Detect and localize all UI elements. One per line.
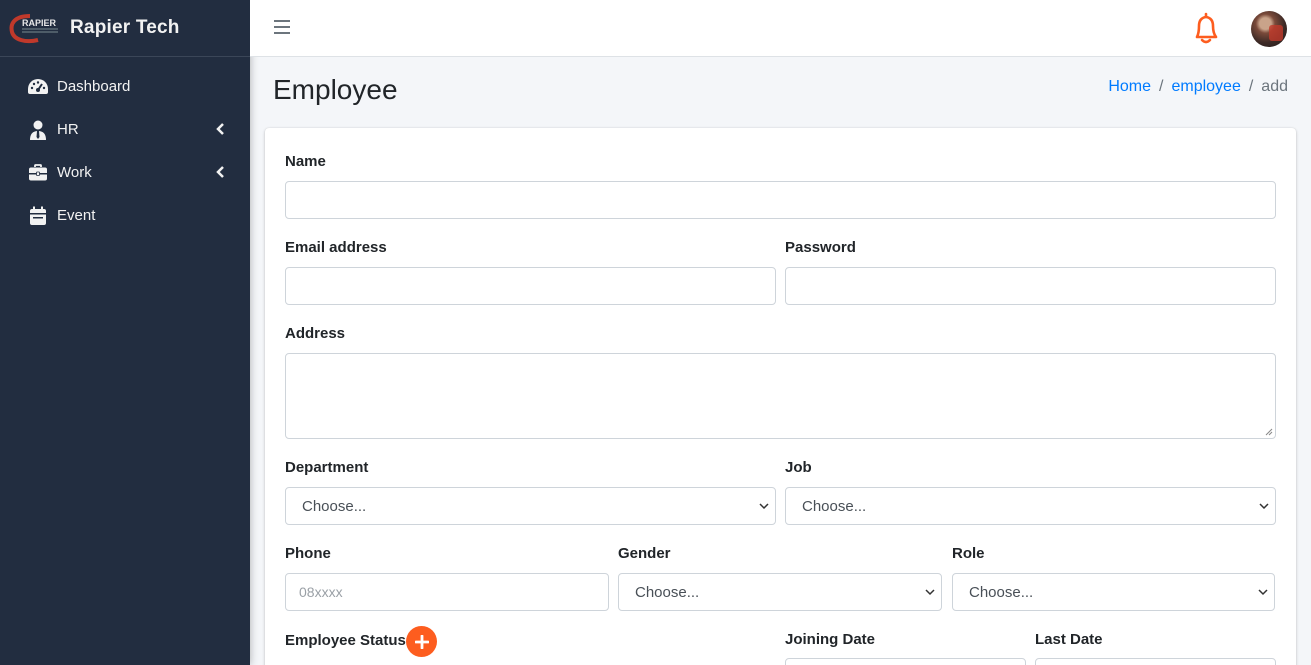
joining-date-label: Joining Date bbox=[785, 631, 876, 648]
name-input[interactable] bbox=[285, 181, 1276, 219]
breadcrumb: Home / employee / add bbox=[1108, 78, 1288, 96]
phone-placeholder: 08xxxx bbox=[299, 584, 343, 600]
breadcrumb-current: add bbox=[1261, 78, 1288, 95]
role-label: Role bbox=[952, 545, 985, 562]
sidebar-item-label: Dashboard bbox=[57, 78, 131, 95]
role-selected: Choose... bbox=[969, 583, 1034, 601]
address-label: Address bbox=[285, 325, 346, 342]
email-label: Email address bbox=[285, 239, 387, 256]
email-input[interactable] bbox=[285, 267, 776, 305]
sidebar-item-label: HR bbox=[57, 121, 79, 138]
breadcrumb-separator: / bbox=[1159, 78, 1164, 95]
brand-logo: RAPIER bbox=[8, 10, 62, 46]
sidebar-item-work[interactable]: Work bbox=[0, 151, 250, 194]
chevron-left-icon bbox=[216, 166, 224, 178]
password-label: Password bbox=[785, 239, 856, 256]
chevron-down-icon bbox=[759, 503, 769, 510]
user-tie-icon bbox=[27, 119, 49, 141]
job-selected: Choose... bbox=[802, 497, 867, 515]
plus-icon bbox=[414, 634, 429, 649]
breadcrumb-home-link[interactable]: Home bbox=[1108, 78, 1151, 96]
last-date-label: Last Date bbox=[1035, 631, 1103, 648]
brand-logo-text: RAPIER bbox=[22, 18, 57, 28]
sidebar-nav: Dashboard HR Work Event bbox=[0, 57, 250, 237]
topbar bbox=[250, 0, 1311, 57]
phone-label: Phone bbox=[285, 545, 331, 562]
breadcrumb-separator: / bbox=[1248, 78, 1254, 95]
phone-input[interactable]: 08xxxx bbox=[285, 573, 609, 611]
sidebar-item-label: Work bbox=[57, 164, 92, 181]
name-label: Name bbox=[285, 153, 326, 170]
hamburger-icon[interactable] bbox=[274, 20, 290, 36]
avatar[interactable] bbox=[1251, 11, 1287, 47]
sidebar: RAPIER Rapier Tech Dashboard HR Work Eve… bbox=[0, 0, 250, 665]
brand-name: Rapier Tech bbox=[70, 17, 180, 38]
sidebar-item-label: Event bbox=[57, 207, 96, 224]
password-input[interactable] bbox=[785, 267, 1276, 305]
brand[interactable]: RAPIER Rapier Tech bbox=[0, 0, 250, 57]
bell-icon[interactable] bbox=[1190, 12, 1222, 46]
gender-select[interactable]: Choose... bbox=[618, 573, 942, 611]
dashboard-icon bbox=[27, 76, 49, 98]
job-label: Job bbox=[785, 459, 812, 476]
chevron-down-icon bbox=[1258, 589, 1268, 596]
role-select[interactable]: Choose... bbox=[952, 573, 1275, 611]
joining-date-input[interactable] bbox=[785, 658, 1026, 665]
breadcrumb-employee-link[interactable]: employee bbox=[1171, 78, 1240, 96]
job-select[interactable]: Choose... bbox=[785, 487, 1276, 525]
last-date-input[interactable] bbox=[1035, 658, 1276, 665]
add-employee-status-button[interactable] bbox=[406, 626, 437, 657]
chevron-down-icon bbox=[1259, 503, 1269, 510]
chevron-left-icon bbox=[216, 123, 224, 135]
gender-selected: Choose... bbox=[635, 583, 700, 601]
resize-handle-icon[interactable] bbox=[1265, 428, 1273, 436]
page-title: Employee bbox=[273, 74, 398, 105]
sidebar-item-event[interactable]: Event bbox=[0, 194, 250, 237]
department-select[interactable]: Choose... bbox=[285, 487, 776, 525]
sidebar-item-dashboard[interactable]: Dashboard bbox=[0, 65, 250, 108]
calendar-icon bbox=[27, 205, 49, 227]
employee-form-card: Name Email address Password Address Depa… bbox=[265, 128, 1296, 665]
briefcase-icon bbox=[27, 162, 49, 184]
gender-label: Gender bbox=[618, 545, 671, 562]
sidebar-item-hr[interactable]: HR bbox=[0, 108, 250, 151]
chevron-down-icon bbox=[925, 589, 935, 596]
department-label: Department bbox=[285, 459, 369, 476]
employee-status-label: Employee Status bbox=[285, 632, 406, 649]
address-textarea[interactable] bbox=[285, 353, 1276, 439]
department-selected: Choose... bbox=[302, 497, 367, 515]
